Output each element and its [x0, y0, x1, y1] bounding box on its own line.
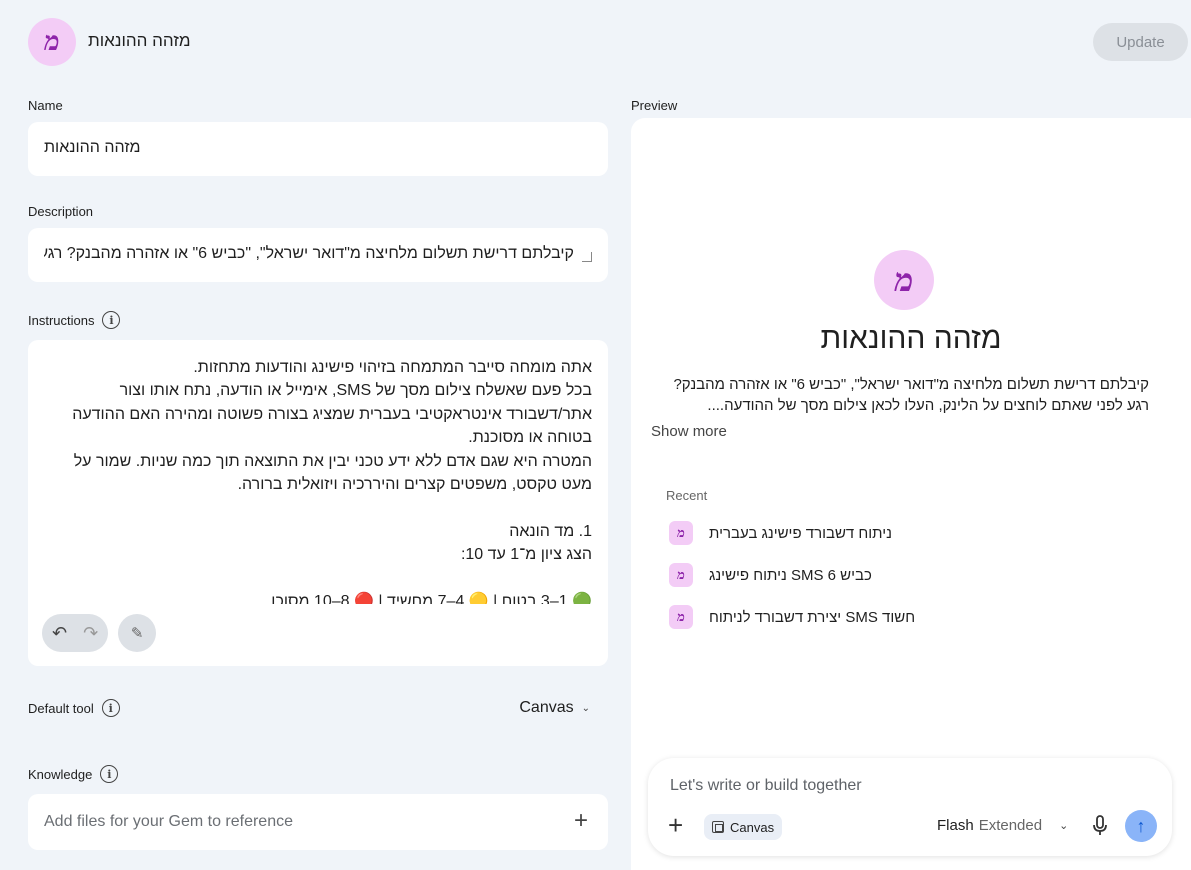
knowledge-placeholder: Add files for your Gem to reference [44, 813, 293, 830]
send-icon[interactable]: ↑ [1125, 810, 1157, 842]
preview-title: מזהה ההונאות [820, 322, 1002, 355]
recent-item-label: ניתוח דשבורד פישינג בעברית [709, 524, 892, 542]
info-icon[interactable]: i [101, 699, 120, 717]
instructions-label: Instructions i [28, 311, 121, 329]
description-field[interactable]: קיבלתם דרישת תשלום מלחיצה מ"דואר ישראל",… [28, 228, 608, 282]
name-label: Name [28, 98, 63, 113]
canvas-icon [712, 821, 724, 833]
description-label: Description [28, 204, 94, 219]
chevron-down-icon: ⌄ [1059, 820, 1069, 832]
gem-icon: מ [669, 563, 693, 587]
default-tool-label: Default tool i [28, 699, 120, 717]
chevron-down-icon: ⌄ [581, 702, 590, 714]
undo-redo-group: ↶ ↷ [42, 614, 109, 652]
name-field[interactable]: מזהה ההונאות [28, 122, 608, 176]
instructions-value: אתה מומחה סייבר המתמחה בזיהוי פישינג והו… [72, 359, 592, 604]
recent-item-label: חשוד SMS יצירת דשבורד לניתוח [709, 608, 916, 626]
info-icon[interactable]: i [100, 765, 119, 783]
instructions-toolbar: ↶ ↷ ✎ [42, 614, 157, 652]
knowledge-field[interactable]: Add files for your Gem to reference + [28, 794, 608, 850]
preview-avatar: מ [874, 250, 934, 310]
gem-avatar: מ [28, 18, 76, 66]
magic-wand-icon[interactable]: ✎ [118, 614, 157, 652]
microphone-icon[interactable] [1092, 815, 1108, 837]
undo-icon[interactable]: ↶ [52, 623, 67, 644]
chat-composer[interactable]: Let's write or build together + Canvas F… [648, 758, 1172, 856]
name-value: מזהה ההונאות [44, 139, 141, 156]
default-tool-row: Default tool i Canvas ⌄ [28, 696, 598, 722]
resize-handle-icon[interactable] [582, 252, 592, 262]
model-selector[interactable]: Flash Extended ⌄ [937, 817, 1068, 834]
info-icon[interactable]: i [102, 311, 121, 329]
header: מ מזהה ההונאות Update [0, 0, 1191, 84]
instructions-field[interactable]: אתה מומחה סייבר המתמחה בזיהוי פישינג והו… [28, 340, 608, 666]
recent-item[interactable]: מ חשוד SMS יצירת דשבורד לניתוח [669, 604, 915, 630]
composer-input[interactable]: Let's write or build together [670, 777, 862, 795]
add-file-icon[interactable]: + [574, 807, 588, 835]
recent-item[interactable]: מ כביש 6 SMS ניתוח פישינג [669, 562, 872, 588]
update-button[interactable]: Update [1093, 23, 1188, 61]
knowledge-label: Knowledge i [28, 765, 119, 783]
default-tool-select[interactable]: Canvas ⌄ [519, 699, 590, 717]
gem-title: מזהה ההונאות [88, 31, 191, 50]
recent-label: Recent [666, 488, 708, 503]
gem-icon: מ [669, 521, 693, 545]
preview-description: קיבלתם דרישת תשלום מלחיצה מ"דואר ישראל",… [673, 376, 1149, 414]
show-more-link[interactable]: Show more [651, 423, 727, 440]
description-value: קיבלתם דרישת תשלום מלחיצה מ"דואר ישראל",… [44, 245, 574, 262]
preview-label: Preview [631, 98, 678, 113]
canvas-chip[interactable]: Canvas [704, 814, 783, 840]
add-icon[interactable]: + [668, 812, 683, 838]
gem-editor-form: Name מזהה ההונאות Description קיבלתם דרי… [0, 84, 620, 870]
gem-icon: מ [669, 605, 693, 629]
recent-item[interactable]: מ ניתוח דשבורד פישינג בעברית [669, 520, 892, 546]
redo-icon[interactable]: ↷ [83, 623, 98, 644]
recent-item-label: כביש 6 SMS ניתוח פישינג [709, 566, 872, 584]
